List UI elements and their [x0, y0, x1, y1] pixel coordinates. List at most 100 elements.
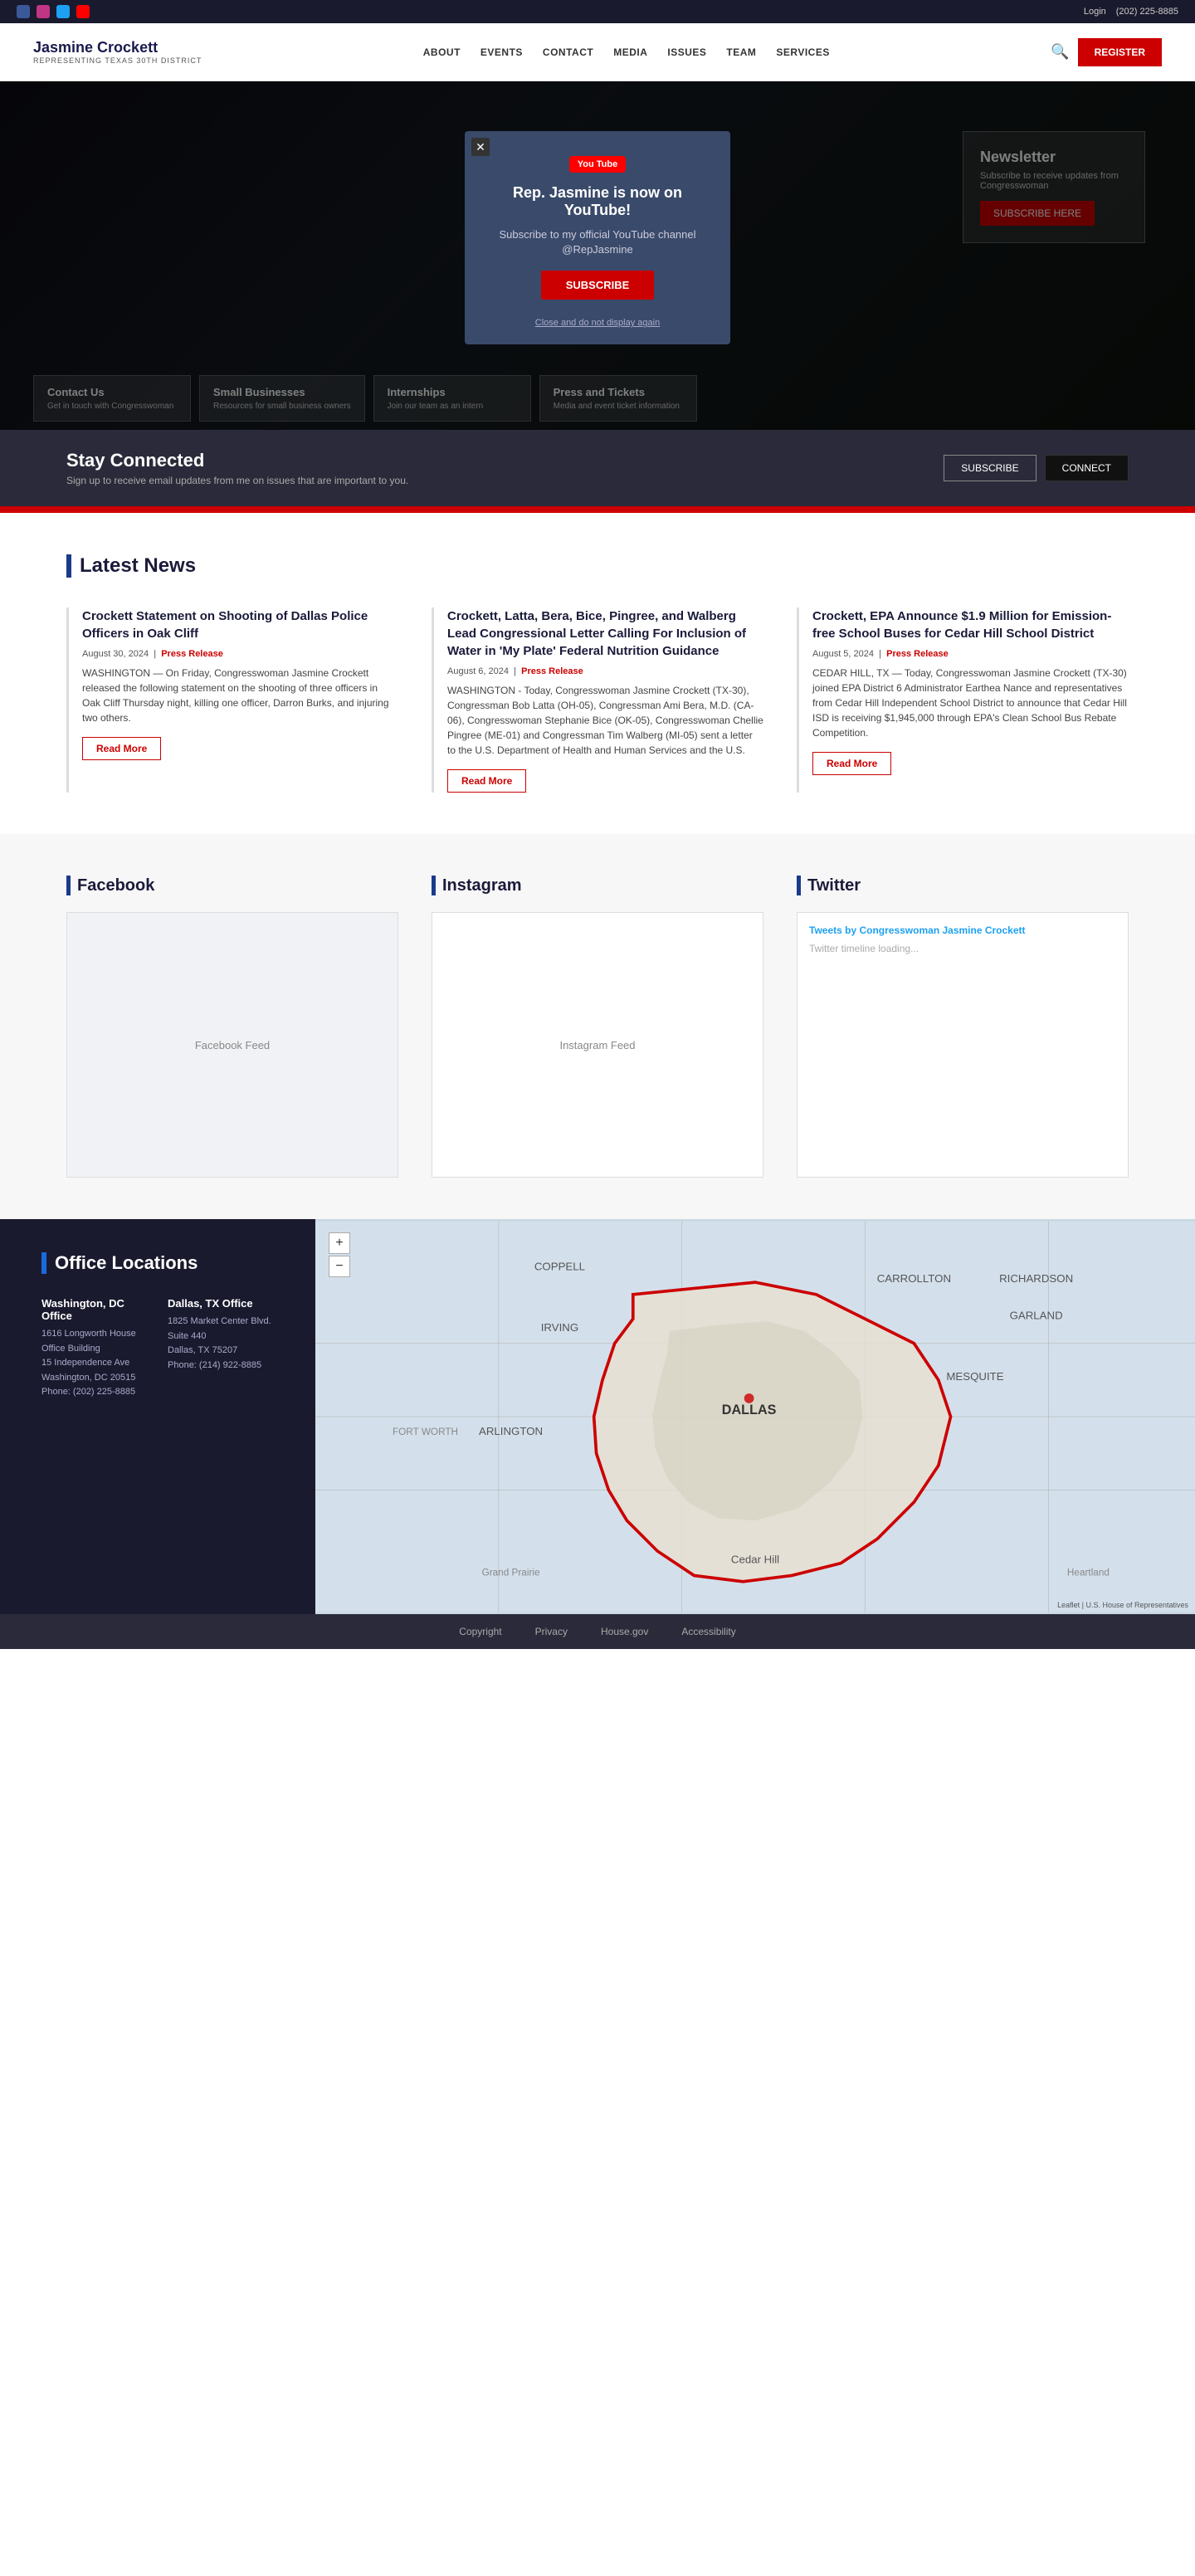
- instagram-title-bar: [432, 876, 436, 895]
- office-info: Office Locations Washington, DC Office 1…: [0, 1219, 315, 1614]
- news-card-3-read-more[interactable]: Read More: [812, 752, 891, 775]
- news-card-3-date: August 5, 2024: [812, 649, 874, 659]
- facebook-col: Facebook Facebook Feed: [66, 876, 398, 1178]
- social-grid: Facebook Facebook Feed Instagram Instagr…: [66, 876, 1129, 1178]
- social-links[interactable]: [17, 5, 90, 18]
- facebook-heading: Facebook: [77, 876, 154, 895]
- news-card-2-read-more[interactable]: Read More: [447, 769, 526, 793]
- news-card-2-date: August 6, 2024: [447, 666, 509, 676]
- news-card-3-title: Crockett, EPA Announce $1.9 Million for …: [812, 607, 1129, 642]
- subscribe-button[interactable]: SUBSCRIBE: [944, 455, 1036, 481]
- svg-text:Grand Prairie: Grand Prairie: [482, 1567, 540, 1578]
- svg-text:MESQUITE: MESQUITE: [946, 1370, 1003, 1383]
- news-card-2-tag: Press Release: [521, 666, 583, 676]
- footer-house-gov[interactable]: House.gov: [601, 1626, 648, 1637]
- nav-media[interactable]: Media: [613, 46, 647, 58]
- twitter-embed[interactable]: Tweets by Congresswoman Jasmine Crockett…: [797, 912, 1129, 1178]
- youtube-logo: You Tube: [569, 156, 626, 173]
- svg-text:GARLAND: GARLAND: [1010, 1309, 1063, 1321]
- svg-text:RICHARDSON: RICHARDSON: [999, 1272, 1073, 1285]
- nav-contact[interactable]: Contact: [543, 46, 593, 58]
- map-area: + − DALLAS ARLINGTON MESQUITE GARLAN: [315, 1219, 1195, 1614]
- logo: Jasmine Crockett Representing Texas 30th…: [33, 39, 202, 66]
- twitter-handle: Tweets by Congresswoman Jasmine Crockett: [809, 925, 1116, 936]
- dc-office-phone: Phone: (202) 225-8885: [41, 1387, 135, 1397]
- dallas-office: Dallas, TX Office 1825 Market Center Blv…: [168, 1297, 274, 1400]
- nav-events[interactable]: Events: [480, 46, 523, 58]
- svg-text:CARROLLTON: CARROLLTON: [877, 1272, 951, 1285]
- dallas-office-name: Dallas, TX Office: [168, 1297, 274, 1310]
- twitter-col: Twitter Tweets by Congresswoman Jasmine …: [797, 876, 1129, 1178]
- social-section: Facebook Facebook Feed Instagram Instagr…: [0, 834, 1195, 1219]
- stay-connected-text: Stay Connected Sign up to receive email …: [66, 450, 408, 486]
- office-section: Office Locations Washington, DC Office 1…: [0, 1219, 1195, 1614]
- svg-text:ARLINGTON: ARLINGTON: [479, 1425, 543, 1437]
- connect-button[interactable]: CONNECT: [1045, 455, 1129, 481]
- instagram-embed[interactable]: Instagram Feed: [432, 912, 763, 1178]
- modal-subscribe-button[interactable]: SUBSCRIBE: [541, 271, 655, 300]
- news-card-1-meta: August 30, 2024 | Press Release: [82, 649, 398, 659]
- facebook-embed[interactable]: Facebook Feed: [66, 912, 398, 1178]
- search-button[interactable]: 🔍: [1051, 43, 1069, 61]
- news-card-3: Crockett, EPA Announce $1.9 Million for …: [797, 607, 1129, 793]
- youtube-icon[interactable]: [76, 5, 90, 18]
- footer: Copyright Privacy House.gov Accessibilit…: [0, 1614, 1195, 1649]
- instagram-heading: Instagram: [442, 876, 522, 895]
- news-card-1-read-more[interactable]: Read More: [82, 737, 161, 760]
- modal-description: Subscribe to my official YouTube channel…: [490, 227, 705, 257]
- modal-close-button[interactable]: ✕: [471, 138, 490, 156]
- svg-text:FORT WORTH: FORT WORTH: [393, 1427, 458, 1437]
- news-card-2: Crockett, Latta, Bera, Bice, Pingree, an…: [432, 607, 763, 793]
- modal-body: You Tube Rep. Jasmine is now on YouTube!…: [465, 131, 730, 344]
- twitter-heading: Twitter: [807, 876, 861, 895]
- news-card-1-title: Crockett Statement on Shooting of Dallas…: [82, 607, 398, 642]
- latest-news-heading: Latest News: [80, 554, 196, 578]
- nav-team[interactable]: Team: [726, 46, 756, 58]
- stay-connected-buttons: SUBSCRIBE CONNECT: [944, 455, 1129, 481]
- news-card-3-meta: August 5, 2024 | Press Release: [812, 649, 1129, 659]
- twitter-feed-placeholder: Twitter timeline loading...: [809, 943, 1116, 954]
- office-section-title: Office Locations: [41, 1252, 274, 1274]
- map-attribution: Leaflet | U.S. House of Representatives: [1057, 1601, 1188, 1609]
- news-card-1-body: WASHINGTON — On Friday, Congresswoman Ja…: [82, 666, 398, 725]
- news-card-1: Crockett Statement on Shooting of Dallas…: [66, 607, 398, 793]
- dallas-office-address: 1825 Market Center Blvd.Suite 440Dallas,…: [168, 1315, 274, 1373]
- footer-privacy[interactable]: Privacy: [535, 1626, 568, 1637]
- instagram-icon[interactable]: [37, 5, 50, 18]
- logo-name: Jasmine Crockett: [33, 39, 202, 57]
- header: Jasmine Crockett Representing Texas 30th…: [0, 23, 1195, 81]
- stay-connected-desc: Sign up to receive email updates from me…: [66, 475, 408, 486]
- svg-text:DALLAS: DALLAS: [722, 1403, 777, 1417]
- youtube-modal: ✕ You Tube Rep. Jasmine is now on YouTub…: [465, 131, 730, 344]
- news-card-1-tag: Press Release: [161, 649, 223, 659]
- dallas-office-phone: Phone: (214) 922-8885: [168, 1360, 261, 1370]
- news-card-1-date: August 30, 2024: [82, 649, 149, 659]
- svg-text:IRVING: IRVING: [541, 1321, 578, 1334]
- dc-office-name: Washington, DC Office: [41, 1297, 148, 1322]
- nav-services[interactable]: Services: [776, 46, 829, 58]
- modal-dismiss-link[interactable]: Close and do not display again: [490, 318, 705, 328]
- footer-accessibility[interactable]: Accessibility: [681, 1626, 735, 1637]
- instagram-title: Instagram: [432, 876, 763, 895]
- twitter-icon[interactable]: [56, 5, 70, 18]
- phone-label: (202) 225-8885: [1116, 7, 1178, 17]
- login-link[interactable]: Login: [1084, 7, 1106, 17]
- nav-about[interactable]: About: [423, 46, 461, 58]
- district-map: DALLAS ARLINGTON MESQUITE GARLAND IRVING…: [315, 1219, 1195, 1614]
- top-bar-right: Login (202) 225-8885: [1084, 7, 1178, 17]
- twitter-title-bar: [797, 876, 801, 895]
- news-card-3-body: CEDAR HILL, TX — Today, Congresswoman Ja…: [812, 666, 1129, 740]
- register-button[interactable]: Register: [1078, 38, 1162, 66]
- news-card-2-title: Crockett, Latta, Bera, Bice, Pingree, an…: [447, 607, 763, 660]
- footer-copyright[interactable]: Copyright: [459, 1626, 501, 1637]
- office-title-bar: [41, 1252, 46, 1274]
- office-heading: Office Locations: [55, 1252, 198, 1274]
- header-right: 🔍 Register: [1051, 38, 1162, 66]
- map-zoom-in[interactable]: +: [329, 1232, 350, 1254]
- facebook-icon[interactable]: [17, 5, 30, 18]
- map-zoom-out[interactable]: −: [329, 1256, 350, 1277]
- news-card-3-tag: Press Release: [886, 649, 949, 659]
- title-bar-icon: [66, 554, 71, 578]
- twitter-title: Twitter: [797, 876, 1129, 895]
- nav-issues[interactable]: Issues: [667, 46, 706, 58]
